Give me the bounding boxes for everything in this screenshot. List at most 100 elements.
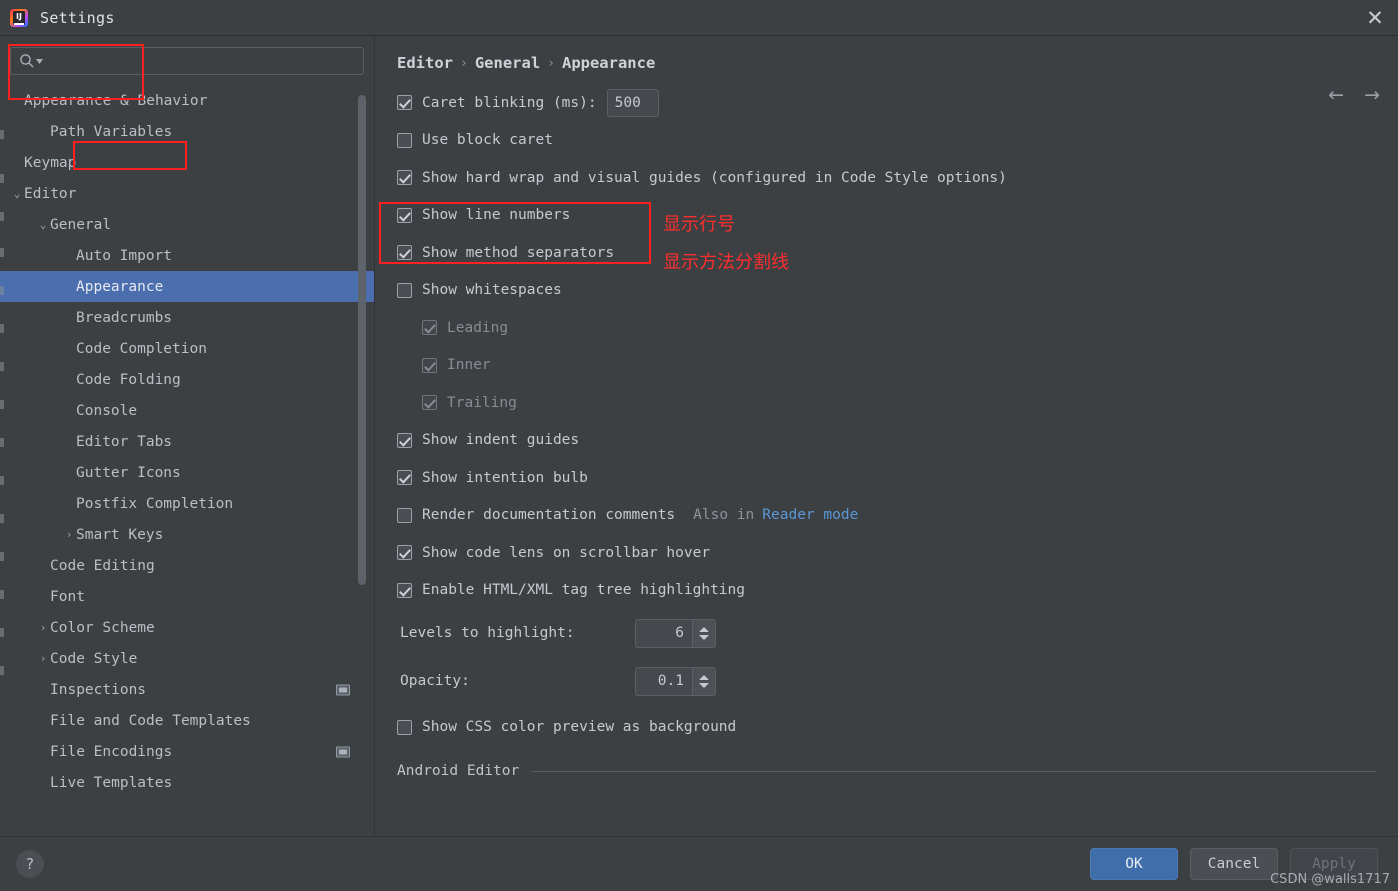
search-input[interactable] xyxy=(49,53,355,69)
option-row-inner[interactable]: Inner xyxy=(397,347,1398,385)
sidebar-item-breadcrumbs[interactable]: Breadcrumbs xyxy=(0,302,374,333)
sidebar-item-font[interactable]: Font xyxy=(0,581,374,612)
search-box[interactable] xyxy=(10,47,364,75)
sidebar-item-label: Editor Tabs xyxy=(76,433,173,450)
option-label-show-method-separators: Show method separators xyxy=(422,244,615,261)
option-row-show-indent-guides[interactable]: Show indent guides xyxy=(397,422,1398,460)
forward-arrow-icon[interactable]: → xyxy=(1364,86,1380,105)
chevron-right-icon[interactable]: › xyxy=(36,652,50,665)
options-list: Caret blinking (ms): 500 Use block caret Sh… xyxy=(375,72,1398,609)
sidebar-item-gutter-icons[interactable]: Gutter Icons xyxy=(0,457,374,488)
back-arrow-icon[interactable]: ← xyxy=(1328,86,1344,105)
section-android-editor: Android Editor xyxy=(397,763,1376,779)
breadcrumb-part-1[interactable]: Editor xyxy=(397,54,453,72)
sidebar-item-live-templates[interactable]: Live Templates xyxy=(0,767,374,798)
spinner-value-levels-to-highlight[interactable]: 6 xyxy=(636,620,692,647)
sidebar-item-path-variables[interactable]: Path Variables xyxy=(0,116,374,147)
sidebar-item-keymap[interactable]: Keymap xyxy=(0,147,374,178)
option-row-show-intention-bulb[interactable]: Show intention bulb xyxy=(397,459,1398,497)
sidebar-item-color-scheme[interactable]: › Color Scheme xyxy=(0,612,374,643)
link-reader-mode[interactable]: Reader mode xyxy=(762,507,858,523)
arrow-up-icon[interactable] xyxy=(699,674,709,680)
checkbox-show-method-separators[interactable] xyxy=(397,245,412,261)
sidebar-item-label: Console xyxy=(76,402,138,419)
checkbox-show-code-lens[interactable] xyxy=(397,545,412,561)
option-row-use-block-caret[interactable]: Use block caret xyxy=(397,122,1398,160)
option-row-css-preview[interactable]: Show CSS color preview as background xyxy=(375,705,1398,749)
option-row-show-code-lens[interactable]: Show code lens on scrollbar hover xyxy=(397,534,1398,572)
option-row-show-hard-wrap[interactable]: Show hard wrap and visual guides (config… xyxy=(397,159,1398,197)
sidebar-item-auto-import[interactable]: Auto Import xyxy=(0,240,374,271)
cancel-button[interactable]: Cancel xyxy=(1190,848,1278,880)
checkbox-enable-tag-tree[interactable] xyxy=(397,582,412,598)
sidebar-item-code-completion[interactable]: Code Completion xyxy=(0,333,374,364)
option-row-caret-blinking[interactable]: Caret blinking (ms): 500 xyxy=(397,84,1398,122)
option-row-enable-tag-tree[interactable]: Enable HTML/XML tag tree highlighting xyxy=(397,572,1398,610)
chevron-right-icon[interactable]: › xyxy=(62,528,76,541)
help-button[interactable]: ? xyxy=(16,850,44,878)
sidebar-item-smart-keys[interactable]: › Smart Keys xyxy=(0,519,374,550)
checkbox-show-indent-guides[interactable] xyxy=(397,432,412,448)
option-row-trailing[interactable]: Trailing xyxy=(397,384,1398,422)
checkbox-leading xyxy=(422,320,437,336)
arrow-up-icon[interactable] xyxy=(699,626,709,632)
sidebar-item-label: Font xyxy=(50,588,85,605)
spinner-levels-to-highlight[interactable]: 6 xyxy=(635,618,716,648)
sidebar-item-postfix-completion[interactable]: Postfix Completion xyxy=(0,488,374,519)
chevron-down-icon[interactable]: ⌄ xyxy=(36,218,50,231)
input-caret-blinking[interactable]: 500 xyxy=(606,88,659,117)
sidebar-item-label: Gutter Icons xyxy=(76,464,181,481)
sidebar-item-editor[interactable]: ⌄ Editor xyxy=(0,178,374,209)
chevron-right-icon[interactable]: › xyxy=(36,621,50,634)
sidebar-item-appearance[interactable]: Appearance xyxy=(0,271,374,302)
background-window-artifact xyxy=(0,362,4,371)
sidebar-item-file-and-code-templates[interactable]: File and Code Templates xyxy=(0,705,374,736)
spinner-stepper-opacity[interactable] xyxy=(692,667,715,695)
checkbox-show-whitespaces[interactable] xyxy=(397,282,412,298)
option-label-inner: Inner xyxy=(447,357,491,374)
close-icon[interactable]: ✕ xyxy=(1352,0,1398,35)
field-label-levels-to-highlight: Levels to highlight: xyxy=(400,625,575,641)
window-title: Settings xyxy=(40,8,115,27)
sidebar-item-code-style[interactable]: › Code Style xyxy=(0,643,374,674)
arrow-down-icon[interactable] xyxy=(699,634,709,640)
sidebar-item-inspections[interactable]: Inspections xyxy=(0,674,374,705)
sidebar-item-label: Appearance & Behavior xyxy=(24,92,208,109)
option-row-leading[interactable]: Leading xyxy=(397,309,1398,347)
sidebar-scrollbar-thumb[interactable] xyxy=(358,95,366,585)
sidebar-item-file-encodings[interactable]: File Encodings xyxy=(0,736,374,767)
settings-tree: Appearance & Behavior Path Variables Keyma… xyxy=(0,83,374,836)
spinner-rows: Levels to highlight: 6 Opacity: 0.1 xyxy=(375,609,1398,705)
option-label-render-doc-comments: Render documentation comments xyxy=(422,507,676,524)
arrow-down-icon[interactable] xyxy=(699,682,709,688)
checkbox-caret-blinking[interactable] xyxy=(397,95,412,111)
checkbox-use-block-caret[interactable] xyxy=(397,132,412,148)
option-row-show-whitespaces[interactable]: Show whitespaces xyxy=(397,272,1398,310)
spinner-stepper-levels-to-highlight[interactable] xyxy=(692,619,715,647)
checkbox-show-intention-bulb[interactable] xyxy=(397,470,412,486)
spinner-value-opacity[interactable]: 0.1 xyxy=(636,668,692,695)
option-row-render-doc-comments[interactable]: Render documentation comments Also in Read… xyxy=(397,497,1398,535)
breadcrumb-part-3[interactable]: Appearance xyxy=(562,54,655,72)
checkbox-show-css-color-preview[interactable] xyxy=(397,719,412,735)
sidebar-item-label: Live Templates xyxy=(50,774,173,791)
option-row-show-line-numbers[interactable]: Show line numbers xyxy=(397,197,1398,235)
sidebar-scrollbar-track[interactable] xyxy=(358,83,366,836)
sidebar-item-code-editing[interactable]: Code Editing xyxy=(0,550,374,581)
spinner-opacity[interactable]: 0.1 xyxy=(635,666,716,696)
checkbox-show-line-numbers[interactable] xyxy=(397,207,412,223)
sidebar-item-general[interactable]: ⌄ General xyxy=(0,209,374,240)
chevron-down-icon[interactable]: ⌄ xyxy=(10,187,24,200)
option-row-show-method-separators[interactable]: Show method separators xyxy=(397,234,1398,272)
ok-button[interactable]: OK xyxy=(1090,848,1178,880)
checkbox-show-hard-wrap[interactable] xyxy=(397,170,412,186)
background-window-artifact xyxy=(0,130,4,139)
sidebar-item-label: Inspections xyxy=(50,681,147,698)
sidebar-item-console[interactable]: Console xyxy=(0,395,374,426)
sidebar-item-appearance-behavior[interactable]: Appearance & Behavior xyxy=(0,85,374,116)
chevron-down-icon xyxy=(36,58,43,64)
checkbox-render-doc-comments[interactable] xyxy=(397,507,412,523)
sidebar-item-code-folding[interactable]: Code Folding xyxy=(0,364,374,395)
sidebar-item-editor-tabs[interactable]: Editor Tabs xyxy=(0,426,374,457)
breadcrumb-part-2[interactable]: General xyxy=(475,54,540,72)
